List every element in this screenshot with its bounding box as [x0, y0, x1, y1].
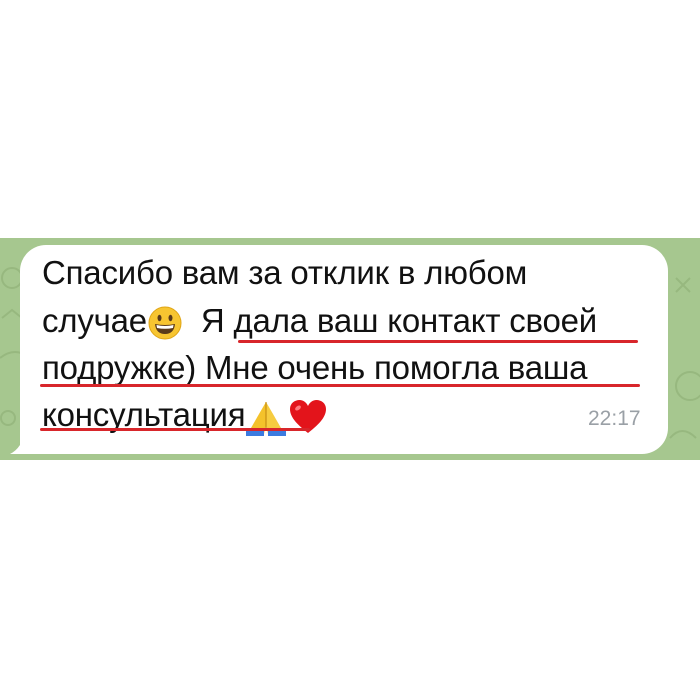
underline-2 [40, 384, 640, 387]
grinning-face-icon [148, 306, 182, 340]
message-line-2-end: Я дала ваш контакт своей [200, 302, 598, 339]
message-line-3: подружке) Мне очень помогла ваша [42, 349, 588, 386]
underline-3 [40, 428, 310, 431]
message-timestamp: 22:17 [588, 407, 641, 430]
message-line-2-start: случае [42, 302, 147, 339]
message-line-2: случае Я дала ваш контакт своей [42, 303, 597, 341]
message-line-1: Спасибо вам за отклик в любом [42, 254, 528, 291]
underline-1 [238, 340, 638, 343]
